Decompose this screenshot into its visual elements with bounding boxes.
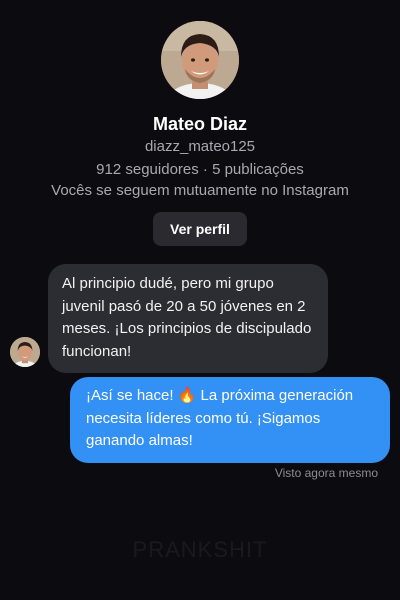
sender-photo (10, 337, 40, 367)
incoming-message-bubble[interactable]: Al principio dudé, pero mi grupo juvenil… (48, 264, 328, 373)
profile-avatar[interactable] (161, 21, 239, 99)
watermark-text: PRANKSHIT (132, 537, 268, 562)
sender-avatar[interactable] (10, 337, 40, 367)
profile-stats: 912 seguidores · 5 publicações (96, 161, 304, 178)
view-profile-button[interactable]: Ver perfil (153, 212, 247, 246)
profile-header: Mateo Diaz diazz_mateo125 912 seguidores… (0, 0, 400, 246)
mutual-follow-note: Vocês se seguem mutuamente no Instagram (51, 182, 349, 199)
outgoing-message-text: ¡Así se hace! 🔥 La próxima generación ne… (86, 387, 354, 449)
outgoing-message-bubble[interactable]: ¡Así se hace! 🔥 La próxima generación ne… (70, 377, 390, 463)
profile-name: Mateo Diaz (152, 114, 248, 134)
profile-photo (161, 21, 239, 99)
seen-status: Visto agora mesmo (274, 466, 378, 480)
profile-username: diazz_mateo125 (144, 138, 256, 155)
incoming-message-text: Al principio dudé, pero mi grupo juvenil… (62, 275, 312, 360)
